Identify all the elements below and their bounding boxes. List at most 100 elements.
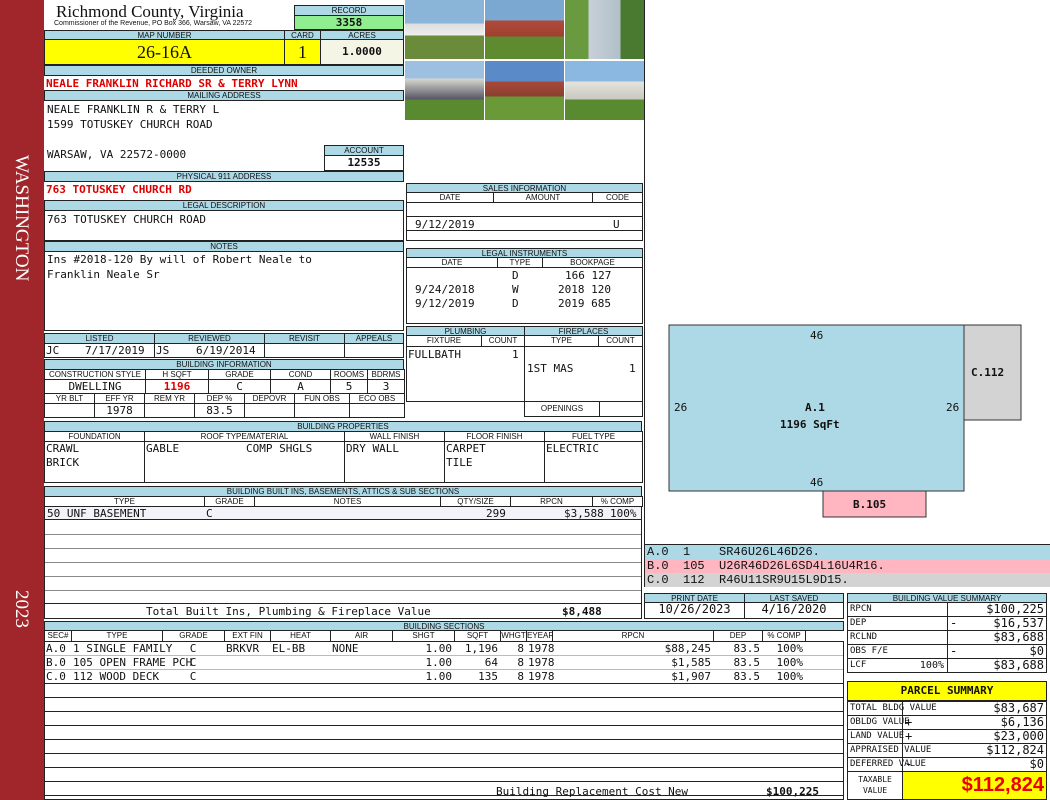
property-photo[interactable] <box>405 0 484 59</box>
sidebar: WASHINGTON 2023 <box>0 0 44 800</box>
row-line <box>45 590 641 591</box>
bi-value: C <box>208 379 271 394</box>
legend-path: R46U11SR9U15L9D15. <box>719 573 849 587</box>
bi-value: 83.5 <box>194 403 245 418</box>
instr-book: 166 127 <box>565 269 612 282</box>
value-summary-key: RCLND <box>847 630 948 645</box>
builtins-total-label: Total Built Ins, Plumbing & Fireplace Va… <box>146 605 431 618</box>
instr-type: W <box>512 283 519 296</box>
listed-date: 7/17/2019 <box>85 344 145 357</box>
bi-value <box>294 403 350 418</box>
value-summary-key: OBS F/E <box>847 644 948 659</box>
taxable-label: TAXABLE VALUE <box>847 771 903 800</box>
legend-sec: C.0 <box>647 573 669 587</box>
parcel-key-cell <box>847 701 903 716</box>
row-line <box>45 548 641 549</box>
account-value: 12535 <box>324 155 404 171</box>
sections-total-label: Building Replacement Cost New <box>496 785 689 798</box>
instr-date: 9/12/2019 <box>415 297 475 310</box>
fire-count: 1 <box>629 362 636 375</box>
county-title: Richmond County, Virginia <box>56 2 244 21</box>
wall-finish: DRY WALL <box>346 442 399 455</box>
plumb-count: 1 <box>512 348 519 361</box>
listed-by: JC <box>46 344 60 357</box>
bi-value <box>244 403 295 418</box>
revisit-cell <box>264 343 345 358</box>
dim-left: 26 <box>674 401 688 414</box>
value-summary-key: DEP <box>847 616 948 631</box>
parcel-amount: $112,824 <box>986 743 1044 757</box>
fire-openings-value <box>599 401 643 417</box>
value-summary-amount: $83,688 <box>993 658 1044 672</box>
legal-description: 763 TOTUSKEY CHURCH ROAD <box>47 213 206 226</box>
parcel-summary-label: PARCEL SUMMARY <box>847 681 1047 701</box>
instr-type: D <box>512 269 519 282</box>
last-saved: 4/16/2020 <box>744 602 844 619</box>
print-date: 10/26/2023 <box>644 602 745 619</box>
bi-value: A <box>270 379 331 394</box>
parcel-amount: $6,136 <box>1000 715 1044 729</box>
dim-bottom: 46 <box>810 476 824 489</box>
bi-value: 3 <box>367 379 405 394</box>
mailing-line2: 1599 TOTUSKEY CHURCH ROAD <box>47 118 213 131</box>
builtin-type: 50 UNF BASEMENT <box>47 507 147 520</box>
legend-code: 105 <box>683 559 705 573</box>
section-b-label: B.105 <box>853 498 887 511</box>
section-c-label: C.112 <box>971 366 1005 379</box>
mailing-line3: WARSAW, VA 22572-0000 <box>47 148 187 161</box>
property-photo[interactable] <box>485 0 564 59</box>
fuel-type: ELECTRIC <box>546 442 599 455</box>
value-summary-key: RPCN <box>847 602 948 617</box>
sections-body <box>44 641 844 800</box>
notes-line1: Ins #2018-120 By will of Robert Neale to <box>47 253 312 266</box>
county-subtitle: Commissioner of the Revenue, PO Box 366,… <box>54 20 253 27</box>
property-photo[interactable] <box>565 0 644 59</box>
parcel-amount: $23,000 <box>993 729 1044 743</box>
property-photo[interactable] <box>565 61 644 120</box>
section-a-area: 1196 SqFt <box>780 418 840 431</box>
mailing-line1: NEALE FRANKLIN R & TERRY L <box>47 103 220 116</box>
district-name: WASHINGTON <box>11 155 32 282</box>
builtin-rpcn: $3,588 <box>564 507 604 520</box>
parcel-key-cell <box>847 715 903 730</box>
dim-top: 46 <box>810 329 824 342</box>
fire-type: 1ST MAS <box>527 362 574 375</box>
reviewed-by: JS <box>156 344 170 357</box>
sketch-legend-row[interactable]: A.0 1 SR46U26L46D26. <box>644 545 1050 559</box>
appeals-cell <box>344 343 404 358</box>
bi-value <box>44 403 95 418</box>
plumb-fixture: FULLBATH <box>408 348 461 361</box>
notes-line2: Franklin Neale Sr <box>47 268 160 281</box>
builtin-comp: 100% <box>610 507 637 520</box>
property-photo[interactable] <box>485 61 564 120</box>
floor-finish-1: CARPET <box>446 442 486 455</box>
sales-date: 9/12/2019 <box>415 218 475 231</box>
bi-value: 1978 <box>94 403 145 418</box>
record-value: 3358 <box>294 15 404 30</box>
legend-sec: B.0 <box>647 559 669 573</box>
sketch-drawing[interactable] <box>644 0 1050 545</box>
row-line <box>45 534 641 535</box>
section-a-label: A.1 <box>805 401 825 414</box>
parcel-amount: $0 <box>1029 757 1044 771</box>
physical-address: 763 TOTUSKEY CHURCH RD <box>46 183 192 196</box>
bi-value: 1196 <box>145 379 209 394</box>
builtin-qty: 299 <box>486 507 506 520</box>
sketch-legend-row[interactable]: B.0 105 U26R46D26L6SD4L16U4R16. <box>644 559 1050 573</box>
parcel-key-cell <box>847 757 903 772</box>
legend-code: 112 <box>683 573 705 587</box>
bi-value: DWELLING <box>44 379 146 394</box>
taxable-value: $112,824 <box>902 771 1047 800</box>
sketch-legend-row[interactable]: C.0 112 R46U11SR9U15L9D15. <box>644 573 1050 587</box>
value-summary-amount: $0 <box>1029 644 1044 658</box>
instr-book: 2019 685 <box>558 297 611 310</box>
legend-path: SR46U26L46D26. <box>719 545 820 559</box>
row-line <box>45 562 641 563</box>
owner-name: NEALE FRANKLIN RICHARD SR & TERRY LYNN <box>46 77 298 90</box>
row-line <box>45 576 641 577</box>
card-number: 1 <box>284 39 321 65</box>
map-number: 26-16A <box>44 39 285 65</box>
dim-right: 26 <box>946 401 960 414</box>
property-photo[interactable] <box>405 61 484 120</box>
legend-sec: A.0 <box>647 545 669 559</box>
